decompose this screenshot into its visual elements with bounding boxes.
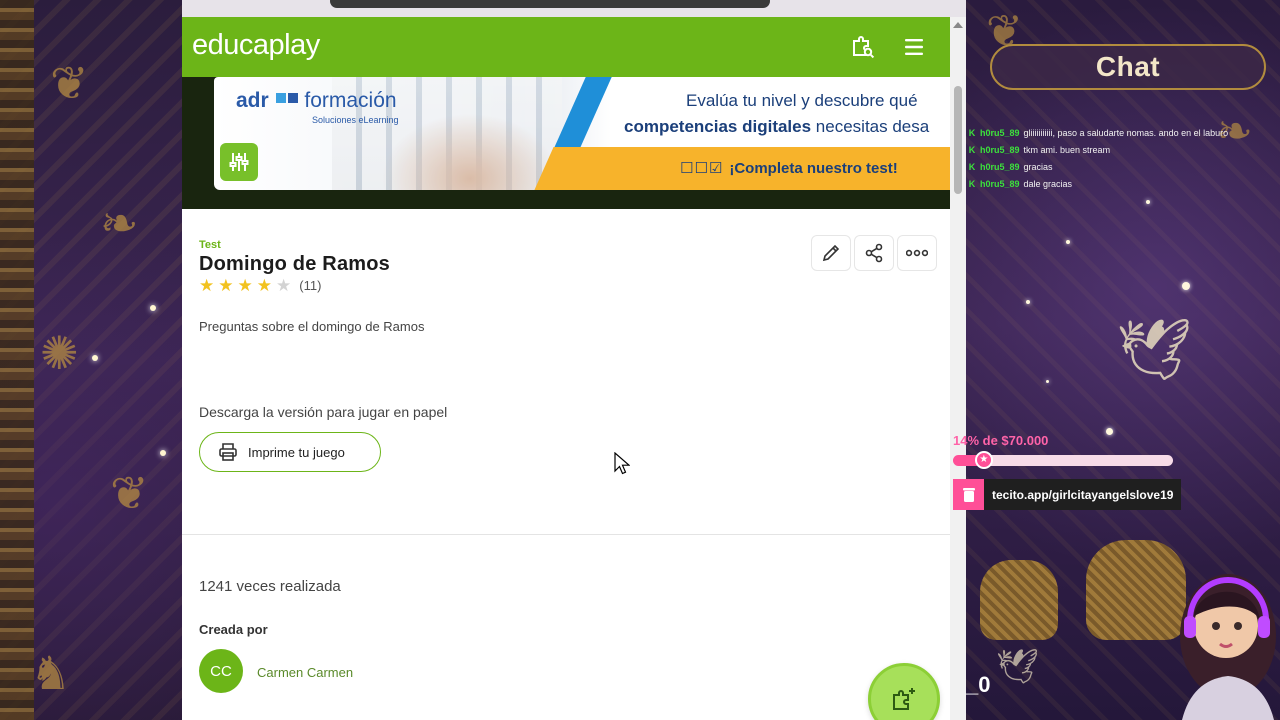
chat-username: h0ru5_89 — [980, 144, 1020, 155]
chat-title: Chat — [990, 44, 1266, 90]
activity-title: Domingo de Ramos — [199, 253, 390, 275]
chat-text: tkm ami. buen stream — [1023, 144, 1111, 155]
edit-button[interactable] — [811, 235, 851, 271]
sparkle-decoration — [160, 450, 166, 456]
puzzle-search-icon[interactable] — [848, 32, 878, 62]
tecito-link: tecito.app/girlcitayangelslove19 — [953, 479, 1182, 510]
activity-actions — [808, 235, 937, 271]
sparkle-decoration — [150, 305, 156, 311]
overlay-counter: _0 — [966, 672, 991, 697]
browser-address-pill[interactable] — [330, 0, 770, 8]
chat-text: dale gracias — [1023, 178, 1073, 189]
mouse-pointer-icon — [614, 451, 631, 481]
chat-messages: K h0ru5_89 gliiiiiiiiiii, paso a saludar… — [968, 124, 1268, 192]
olive-branch-decoration: ❦ — [110, 467, 149, 519]
chat-badge-icon: K — [968, 144, 976, 155]
print-game-button[interactable]: Imprime tu juego — [199, 432, 381, 472]
advertisement-banner[interactable]: adr formación Soluciones eLearning Evalú… — [182, 77, 950, 209]
chat-text: gracias — [1023, 161, 1053, 172]
chat-badge-icon: K — [968, 161, 976, 172]
activity-description: Preguntas sobre el domingo de Ramos — [199, 319, 425, 334]
cup-icon — [953, 479, 984, 510]
chat-username: h0ru5_89 — [980, 161, 1020, 172]
download-paper-text: Descarga la versión para jugar en papel — [199, 404, 448, 420]
educaplay-logo[interactable]: educaplay — [192, 29, 320, 62]
chat-username: h0ru5_89 — [980, 178, 1020, 189]
puzzle-add-icon — [893, 688, 915, 710]
chat-message: K h0ru5_89 gliiiiiiiiiii, paso a saludar… — [968, 124, 1268, 141]
sparkle-decoration — [1106, 428, 1113, 435]
educaplay-page: educaplay adr formación Soluciones eLear… — [182, 17, 950, 720]
star-icon: ★ — [218, 276, 234, 295]
sparkle-decoration — [1146, 200, 1150, 204]
printer-icon — [218, 442, 238, 462]
created-by-label: Creada por — [199, 622, 268, 637]
olive-branch-decoration: ❦ — [50, 57, 89, 109]
sparkle-decoration — [92, 355, 98, 361]
dove-decoration: 🕊 — [1116, 316, 1193, 383]
times-played: 1241 veces realizada — [199, 578, 341, 595]
celtic-border-decoration — [0, 0, 34, 720]
stream-background-left: ❦ ❧ ✺ ❦ ♞ — [0, 0, 182, 720]
chat-badge-icon: K — [968, 127, 976, 138]
star-empty-icon: ★ — [276, 276, 292, 295]
ad-brand-logo: adr formación — [236, 89, 397, 112]
share-icon — [865, 243, 883, 263]
ad-headline-line2: competencias digitales necesitas desa — [624, 117, 930, 136]
sparkle-decoration — [1182, 282, 1190, 290]
ad-settings-icon[interactable] — [220, 143, 258, 181]
rating-count: (11) — [299, 278, 322, 293]
author-name-link[interactable]: Carmen Carmen — [257, 665, 353, 680]
star-icon: ★ — [199, 276, 215, 295]
activity-card: Test Domingo de Ramos ★ ★ ★ ★ ★ (11) Pre… — [182, 209, 950, 720]
scroll-up-arrow-icon[interactable] — [953, 22, 963, 28]
donation-goal-text: 14% de $70.000 — [953, 433, 1049, 448]
olive-branch-decoration: ❧ — [100, 197, 139, 249]
sparkle-decoration — [1046, 380, 1049, 383]
sun-decoration: ✺ — [40, 327, 79, 379]
donation-goal-bar: ★ — [953, 451, 1173, 469]
browser-tab-strip — [182, 0, 966, 17]
create-activity-fab[interactable] — [868, 663, 940, 720]
sparkle-decoration — [1066, 240, 1070, 244]
ad-brand-subtitle: Soluciones eLearning — [312, 115, 399, 125]
pencil-icon — [822, 244, 840, 262]
ad-headline-line1: Evalúa tu nivel y descubre qué — [686, 91, 918, 110]
chat-message: K h0ru5_89 gracias — [968, 158, 1268, 175]
streamer-avatar — [1162, 556, 1280, 720]
more-options-button[interactable] — [897, 235, 937, 271]
chat-username: h0ru5_89 — [980, 127, 1020, 138]
goal-star-icon: ★ — [974, 451, 993, 469]
donkey-decoration: ♞ — [30, 647, 72, 699]
activity-type-label: Test — [199, 239, 221, 251]
more-icon — [906, 249, 928, 257]
ad-cta[interactable]: ☐☐☑ ¡Completa nuestro test! — [680, 159, 898, 177]
section-divider — [182, 534, 950, 535]
star-icon: ★ — [237, 276, 253, 295]
scrollbar-thumb[interactable] — [954, 86, 962, 194]
share-button[interactable] — [854, 235, 894, 271]
chat-badge-icon: K — [968, 178, 976, 189]
tecito-url: tecito.app/girlcitayangelslove19 — [992, 487, 1174, 502]
hamburger-menu-icon[interactable] — [899, 32, 929, 62]
chat-message: K h0ru5_89 tkm ami. buen stream — [968, 141, 1268, 158]
author-avatar[interactable]: CC — [199, 649, 243, 693]
chat-message: K h0ru5_89 dale gracias — [968, 175, 1268, 192]
rating-stars: ★ ★ ★ ★ ★ (11) — [199, 277, 321, 294]
print-button-label: Imprime tu juego — [248, 444, 345, 460]
sparkle-decoration — [1026, 300, 1030, 304]
star-icon: ★ — [256, 276, 272, 295]
chat-text: gliiiiiiiiiii, paso a saludarte nomas. a… — [1023, 127, 1229, 138]
ad-content[interactable]: adr formación Soluciones eLearning Evalú… — [214, 77, 950, 190]
top-navigation-bar: educaplay — [182, 17, 950, 77]
